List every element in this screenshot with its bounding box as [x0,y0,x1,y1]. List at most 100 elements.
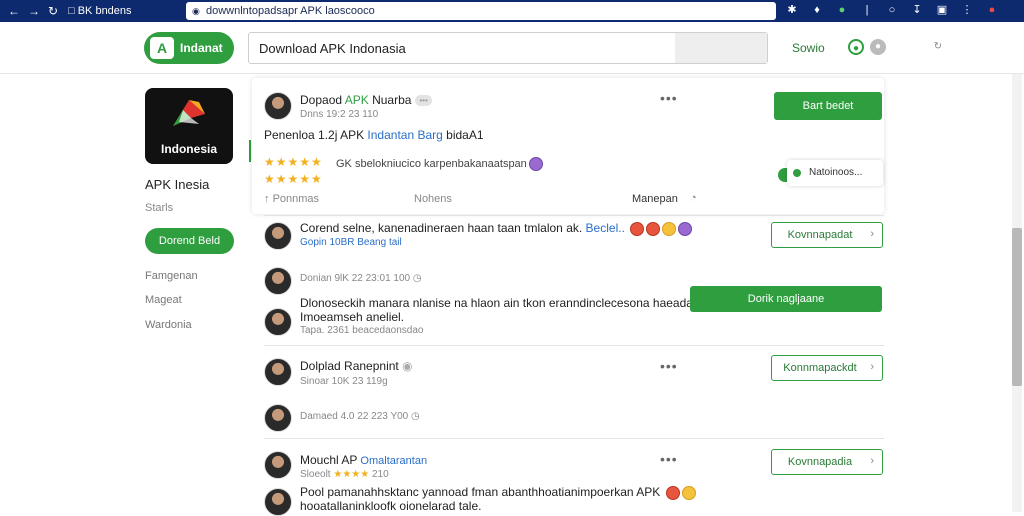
comment-avatar[interactable] [264,308,292,336]
comment-meta-text: Donian 9lK 22 23:01 100 [300,273,411,284]
site-header: A Indanat Sowio ● ● ↻ [0,22,1024,74]
comment-title[interactable]: Mouchl AP Omaltarantan [300,453,427,467]
settings-icon[interactable]: ↻ [930,39,946,55]
chevron-right-icon: › [870,455,874,467]
logo-label: Indanat [180,41,223,55]
browser-toolbar-icons: ✱ ♦ ● | ○ ↧ ▣ ⋮ ● [786,3,998,17]
verified-icon: ◉ [402,359,413,373]
comment-meta-a: Sloeolt [300,469,334,480]
comment-text-a: Corend selne, kanenadineraen haan taan t… [300,221,586,235]
comment-text: Pool pamanahhsktanc yannoad fman abanthh… [300,485,696,500]
emoji-icon [630,221,645,236]
profile-icon[interactable]: ● [986,3,998,17]
chevron-right-icon: › [870,361,874,373]
post-meta: Dnns 19:2 23 110 [300,109,379,120]
comment-title[interactable]: Dolplad Ranepnint ◉ [300,359,413,373]
menu-icon[interactable]: ⋮ [961,3,973,17]
green-circle-icon[interactable]: ● [836,3,848,17]
back-icon[interactable]: ← [8,4,20,18]
address-bar[interactable]: ◉ dowwnlntopadsapr APK laoscooco [186,2,776,20]
post-action-3[interactable]: Manepan [632,193,678,205]
search-button[interactable] [675,33,767,63]
comment-meta-b: 210 [369,469,389,480]
post-body-b[interactable]: Indantan Barg [367,128,442,142]
comment-text: Imoeamseh aneliel. [300,310,405,324]
comment-more-icon[interactable]: ••• [660,358,678,374]
comment-button-label: Konnmapackdt [783,362,857,374]
browser-tab[interactable]: □ ВK bndens [62,5,182,17]
post-avatar[interactable] [264,92,292,120]
logo-icon: A [150,37,174,59]
search-box [248,32,768,64]
emoji-icon [681,485,696,500]
tab-title: ВK bndens [77,5,132,17]
arrow-up-icon: ↑ [264,193,270,205]
scrollbar-thumb[interactable] [1012,228,1022,386]
post-body-a: Penenloa 1.2j APK [264,128,368,142]
comment-title-link[interactable]: Omaltarantan [357,455,427,467]
comment-more-icon[interactable]: ••• [660,451,678,467]
comment-meta: Tapa. 2361 beacedaonsdao [300,325,424,336]
post-body: Penenloa 1.2j APK Indantan Barg bidaA1 [264,128,484,142]
search-input[interactable] [249,33,677,63]
comment-button[interactable]: Konnmapackdt › [771,355,883,381]
comment-button-label: Kovnnapadat [787,229,853,241]
extension-icon[interactable]: ✱ [786,3,798,17]
comment-meta: Damaed 4.0 22 223 Y00 ◷ [300,411,420,422]
clock-icon: ◷ [412,273,422,284]
sidebar-download-button[interactable]: Dorend Beld [145,228,234,254]
sidebar-link-2[interactable]: Mageat [145,294,182,306]
emoji-icon [678,221,693,236]
sidebar-link-1[interactable]: Famgenan [145,270,198,282]
comment-primary-button[interactable]: Dorik nagljaane [690,286,882,312]
reload-icon[interactable]: ↻ [48,4,58,18]
post-action-2[interactable]: Nohens [414,193,452,205]
comment-avatar[interactable] [264,222,292,250]
app-logo-icon [173,100,205,126]
post-primary-button[interactable]: Bart bedet [774,92,882,120]
comment-title-text: Dolplad Ranepnint [300,359,399,373]
post-rating-stars-2: ★★★★★ [264,172,323,186]
puzzle-icon[interactable]: ▣ [936,3,948,17]
comment-meta-text: Damaed 4.0 22 223 Y00 [300,411,409,422]
divider-icon: | [865,4,869,16]
whatsapp-icon[interactable]: ● [848,39,864,55]
post-title-c: Nuarba [368,93,412,107]
user-icon[interactable]: ● [870,39,886,55]
post-toggle[interactable]: Natoinoos... [787,160,883,186]
post-rating-stars: ★★★★★ [264,155,323,169]
post-title-b: APK [344,93,369,107]
post-action-reply[interactable]: ↑ Ponnmas [264,193,319,205]
shield-icon[interactable]: ♦ [811,3,823,17]
comment-avatar[interactable] [264,358,292,386]
comment-avatar[interactable] [264,404,292,432]
emoji-icon [665,485,680,500]
page-icon: □ [68,5,75,17]
comment-link[interactable]: Beclel.. [586,221,625,235]
forward-icon[interactable]: → [28,4,40,18]
browser-nav: ← → ↻ [0,4,62,18]
share-icon[interactable]: ◔ [690,192,697,204]
post-more-icon[interactable]: ••• [660,90,678,106]
emoji-icon [528,157,543,171]
app-icon[interactable]: Indonesia [145,88,233,164]
comment-meta-stars: ★★★★ [333,469,370,480]
emoji-icon [662,221,677,236]
globe-icon[interactable]: ○ [886,3,898,17]
app-name: APK Inesia [145,177,210,192]
comment-button[interactable]: Kovnnapadat › [771,222,883,248]
header-link[interactable]: Sowio [792,41,825,55]
post-rating-text: GK sbelokniucico karpenbakanaatspan [336,157,543,171]
comment-avatar[interactable] [264,451,292,479]
app-subtitle: Starls [145,202,174,214]
comment-text-2: hooatallaninkloofk oionelarad tale. [300,499,482,513]
download-icon[interactable]: ↧ [911,3,923,17]
post-title[interactable]: Dopaod APK Nuarba ••• [300,93,432,107]
site-logo[interactable]: A Indanat [144,32,234,64]
sidebar-accent [249,140,251,162]
comment-meta: Sloeolt ★★★★ 210 [300,469,389,480]
comment-avatar[interactable] [264,267,292,295]
comment-button[interactable]: Kovnnapadia › [771,449,883,475]
sidebar-link-3[interactable]: Wardonia [145,319,192,331]
emoji-icon [646,221,661,236]
